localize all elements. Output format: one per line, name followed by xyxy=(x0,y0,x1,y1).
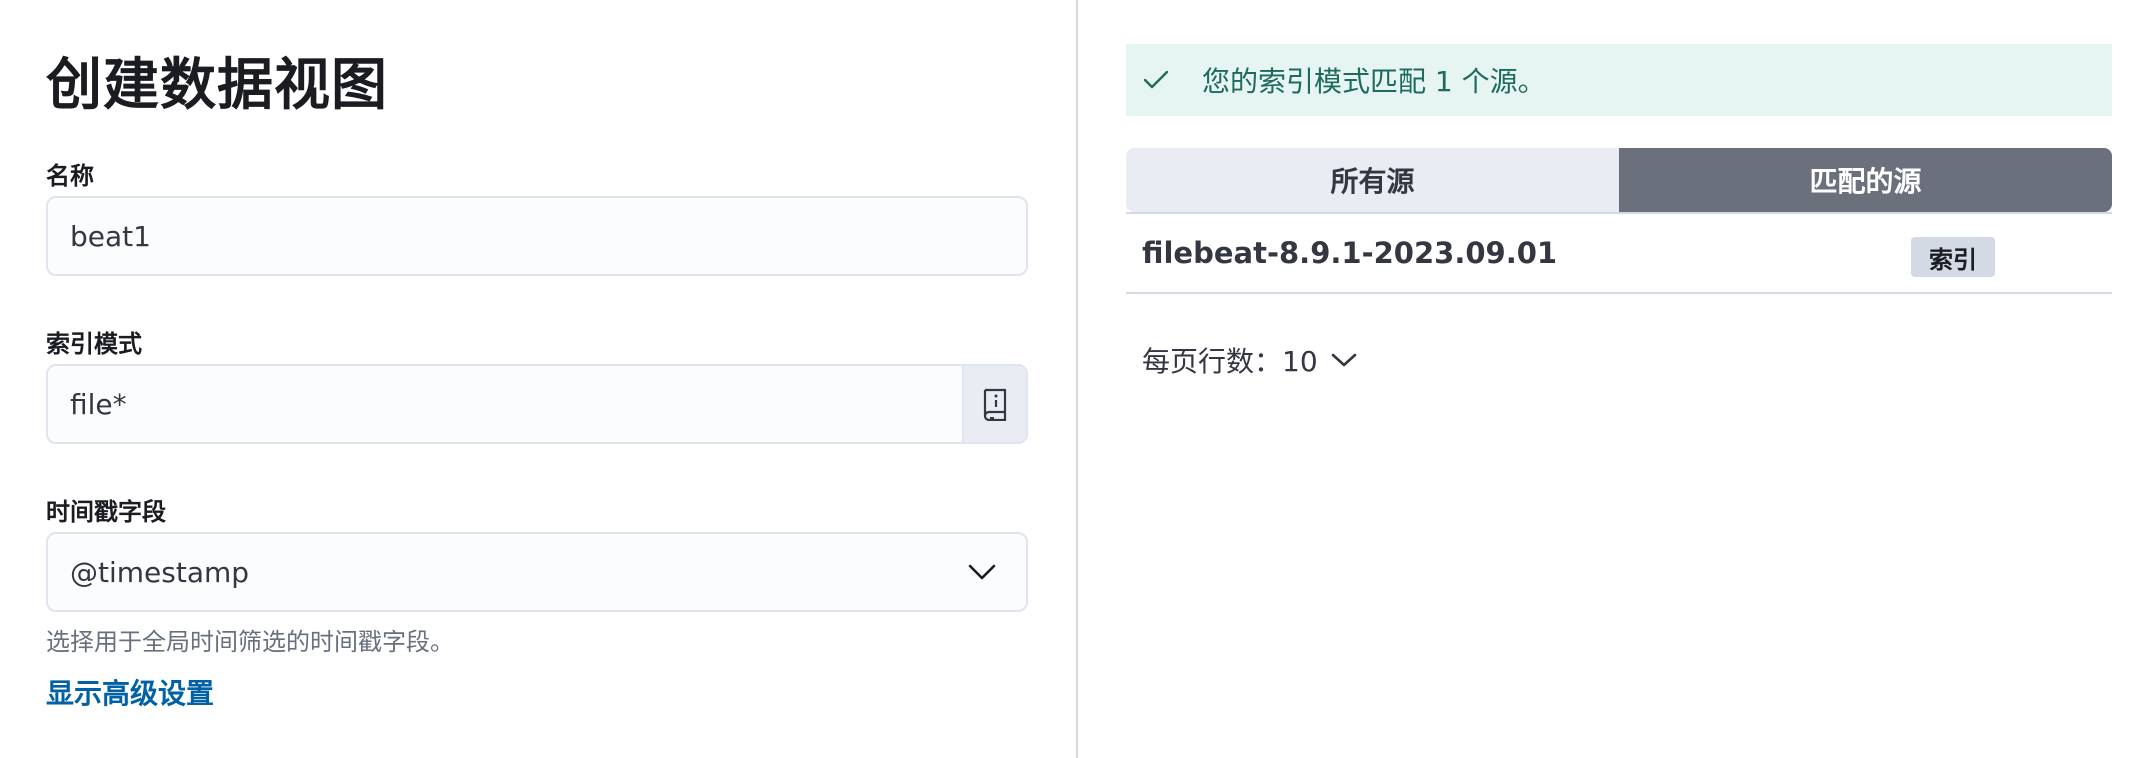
panel-divider xyxy=(1076,0,1078,758)
timestamp-help-text: 选择用于全局时间筛选的时间戳字段。 xyxy=(46,628,454,656)
rows-per-page-button[interactable]: 每页行数：10 xyxy=(1142,340,1358,380)
index-pattern-help-button[interactable] xyxy=(962,366,1026,442)
source-type-badge: 索引 xyxy=(1911,237,1995,277)
rows-per-page-label: 每页行数：10 xyxy=(1142,345,1318,378)
chevron-down-icon xyxy=(1330,352,1358,368)
callout-text: 您的索引模式匹配 1 个源。 xyxy=(1202,65,1546,98)
book-info-icon xyxy=(983,388,1007,421)
index-pattern-label: 索引模式 xyxy=(46,330,142,358)
form-panel: 创建数据视图 名称 beat1 索引模式 file* 时间戳字段 @timest… xyxy=(0,0,1076,758)
check-icon xyxy=(1142,69,1182,91)
source-name: filebeat-8.9.1-2023.09.01 xyxy=(1142,236,1558,270)
name-label: 名称 xyxy=(46,162,94,190)
table-row: filebeat-8.9.1-2023.09.01 索引 xyxy=(1126,214,2112,294)
show-advanced-settings-link[interactable]: 显示高级设置 xyxy=(46,672,214,712)
index-pattern-value: file* xyxy=(70,387,127,421)
name-field[interactable]: beat1 xyxy=(46,196,1028,276)
timestamp-value: @timestamp xyxy=(70,555,250,589)
tab-all-sources[interactable]: 所有源 xyxy=(1126,148,1619,212)
tab-matching-sources[interactable]: 匹配的源 xyxy=(1619,148,2112,212)
index-pattern-field[interactable]: file* xyxy=(46,364,1028,444)
create-data-view-page: 创建数据视图 名称 beat1 索引模式 file* 时间戳字段 @timest… xyxy=(0,0,2156,758)
match-callout: 您的索引模式匹配 1 个源。 xyxy=(1126,44,2112,116)
page-title: 创建数据视图 xyxy=(46,53,388,118)
name-value: beat1 xyxy=(70,219,151,253)
source-filter-tabs: 所有源 匹配的源 xyxy=(1126,148,2112,212)
chevron-down-icon[interactable] xyxy=(960,550,1004,594)
timestamp-select[interactable]: @timestamp xyxy=(46,532,1028,612)
timestamp-label: 时间戳字段 xyxy=(46,498,166,526)
